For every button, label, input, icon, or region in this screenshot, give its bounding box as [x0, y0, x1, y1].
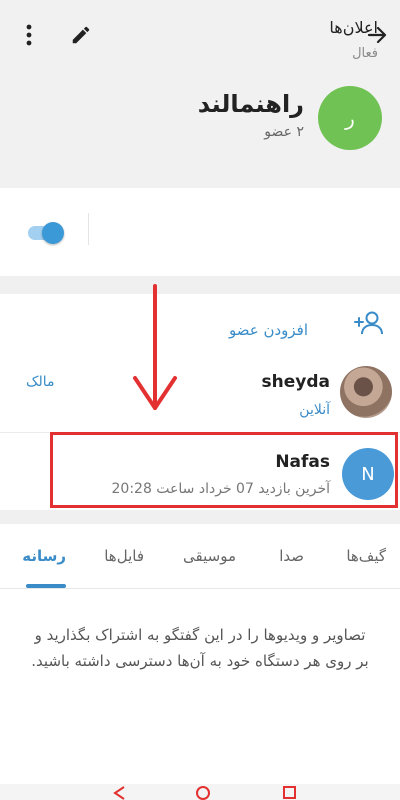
tab-music[interactable]: موسیقی: [183, 547, 236, 565]
group-title: راهنمالند: [197, 90, 304, 118]
member-name[interactable]: sheyda: [262, 372, 330, 392]
tab-voice[interactable]: صدا: [279, 547, 304, 565]
system-nav-bar: [0, 784, 400, 800]
tab-media[interactable]: رسانه: [22, 547, 66, 565]
more-vert-icon[interactable]: [16, 22, 42, 48]
empty-state-text: تصاویر و ویدیوها را در این گفتگو به اشتر…: [31, 626, 369, 670]
group-avatar-initial: ر: [345, 106, 355, 130]
annotation-arrow-icon: [130, 284, 180, 414]
group-avatar[interactable]: ر: [318, 86, 382, 150]
highlight-box: [50, 432, 398, 508]
notifications-toggle[interactable]: [26, 222, 66, 244]
member-role-badge: مالک: [26, 374, 55, 390]
nav-recents-icon[interactable]: [283, 786, 296, 799]
tabs-divider: [0, 588, 400, 589]
member-count: ۲ عضو: [264, 124, 304, 140]
add-member-button[interactable]: افزودن عضو: [229, 321, 308, 339]
member-status: آنلاین: [299, 402, 330, 418]
active-tab-indicator: [26, 584, 66, 588]
member-avatar-sheyda[interactable]: [340, 366, 392, 418]
add-user-icon[interactable]: [354, 308, 384, 338]
toggle-knob: [42, 222, 64, 244]
divider: [88, 213, 89, 245]
notifications-label: اعلان‌ها: [329, 18, 378, 37]
tab-files[interactable]: فایل‌ها: [104, 547, 144, 565]
nav-home-icon[interactable]: [196, 786, 210, 800]
tab-gifs[interactable]: گیف‌ها: [346, 547, 386, 565]
nav-back-icon[interactable]: [113, 786, 125, 800]
edit-icon[interactable]: [68, 22, 94, 48]
notifications-status: فعال: [352, 46, 378, 61]
